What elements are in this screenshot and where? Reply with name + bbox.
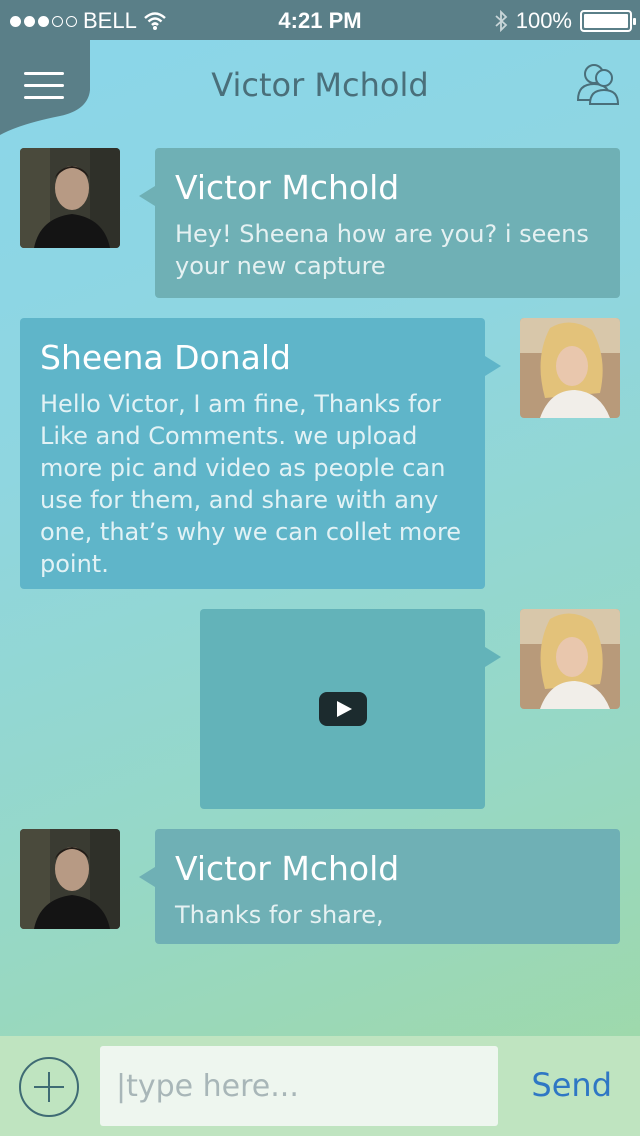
message-bubble[interactable]: Victor Mchold Thanks for share, [139, 829, 620, 944]
message-bubble[interactable]: Sheena Donald Hello Victor, I am fine, T… [20, 318, 501, 589]
page-title: Victor Mchold [211, 66, 429, 104]
battery-percent: 100% [515, 8, 572, 33]
message-text: Thanks for share, [175, 901, 384, 929]
message-sender: Victor Mchold [175, 168, 400, 207]
message-text: Hello Victor, I am fine, Thanks for Like… [40, 390, 462, 578]
message-text: Hey! Sheena how are you? i seens your ne… [175, 220, 589, 280]
status-right: 100% [494, 8, 636, 34]
message-input-bar: Send [0, 1036, 640, 1136]
avatar-sheena[interactable] [520, 318, 620, 418]
plus-circle-icon[interactable] [19, 1057, 79, 1117]
bluetooth-icon [495, 10, 508, 32]
send-button[interactable]: Send [531, 1066, 612, 1104]
video-message[interactable] [200, 609, 501, 809]
avatar-victor[interactable] [20, 829, 120, 929]
message-input[interactable] [100, 1046, 498, 1126]
avatar-victor[interactable] [20, 148, 120, 248]
message-bubble[interactable]: Victor Mchold Hey! Sheena how are you? i… [139, 148, 620, 298]
status-bar: BELL 4:21 PM 100% [0, 0, 640, 40]
contacts-icon[interactable] [574, 60, 622, 108]
avatar-sheena[interactable] [520, 609, 620, 709]
message-sender: Victor Mchold [175, 849, 400, 888]
message-sender: Sheena Donald [40, 338, 291, 377]
play-icon[interactable] [318, 692, 367, 726]
battery-icon [580, 10, 636, 32]
